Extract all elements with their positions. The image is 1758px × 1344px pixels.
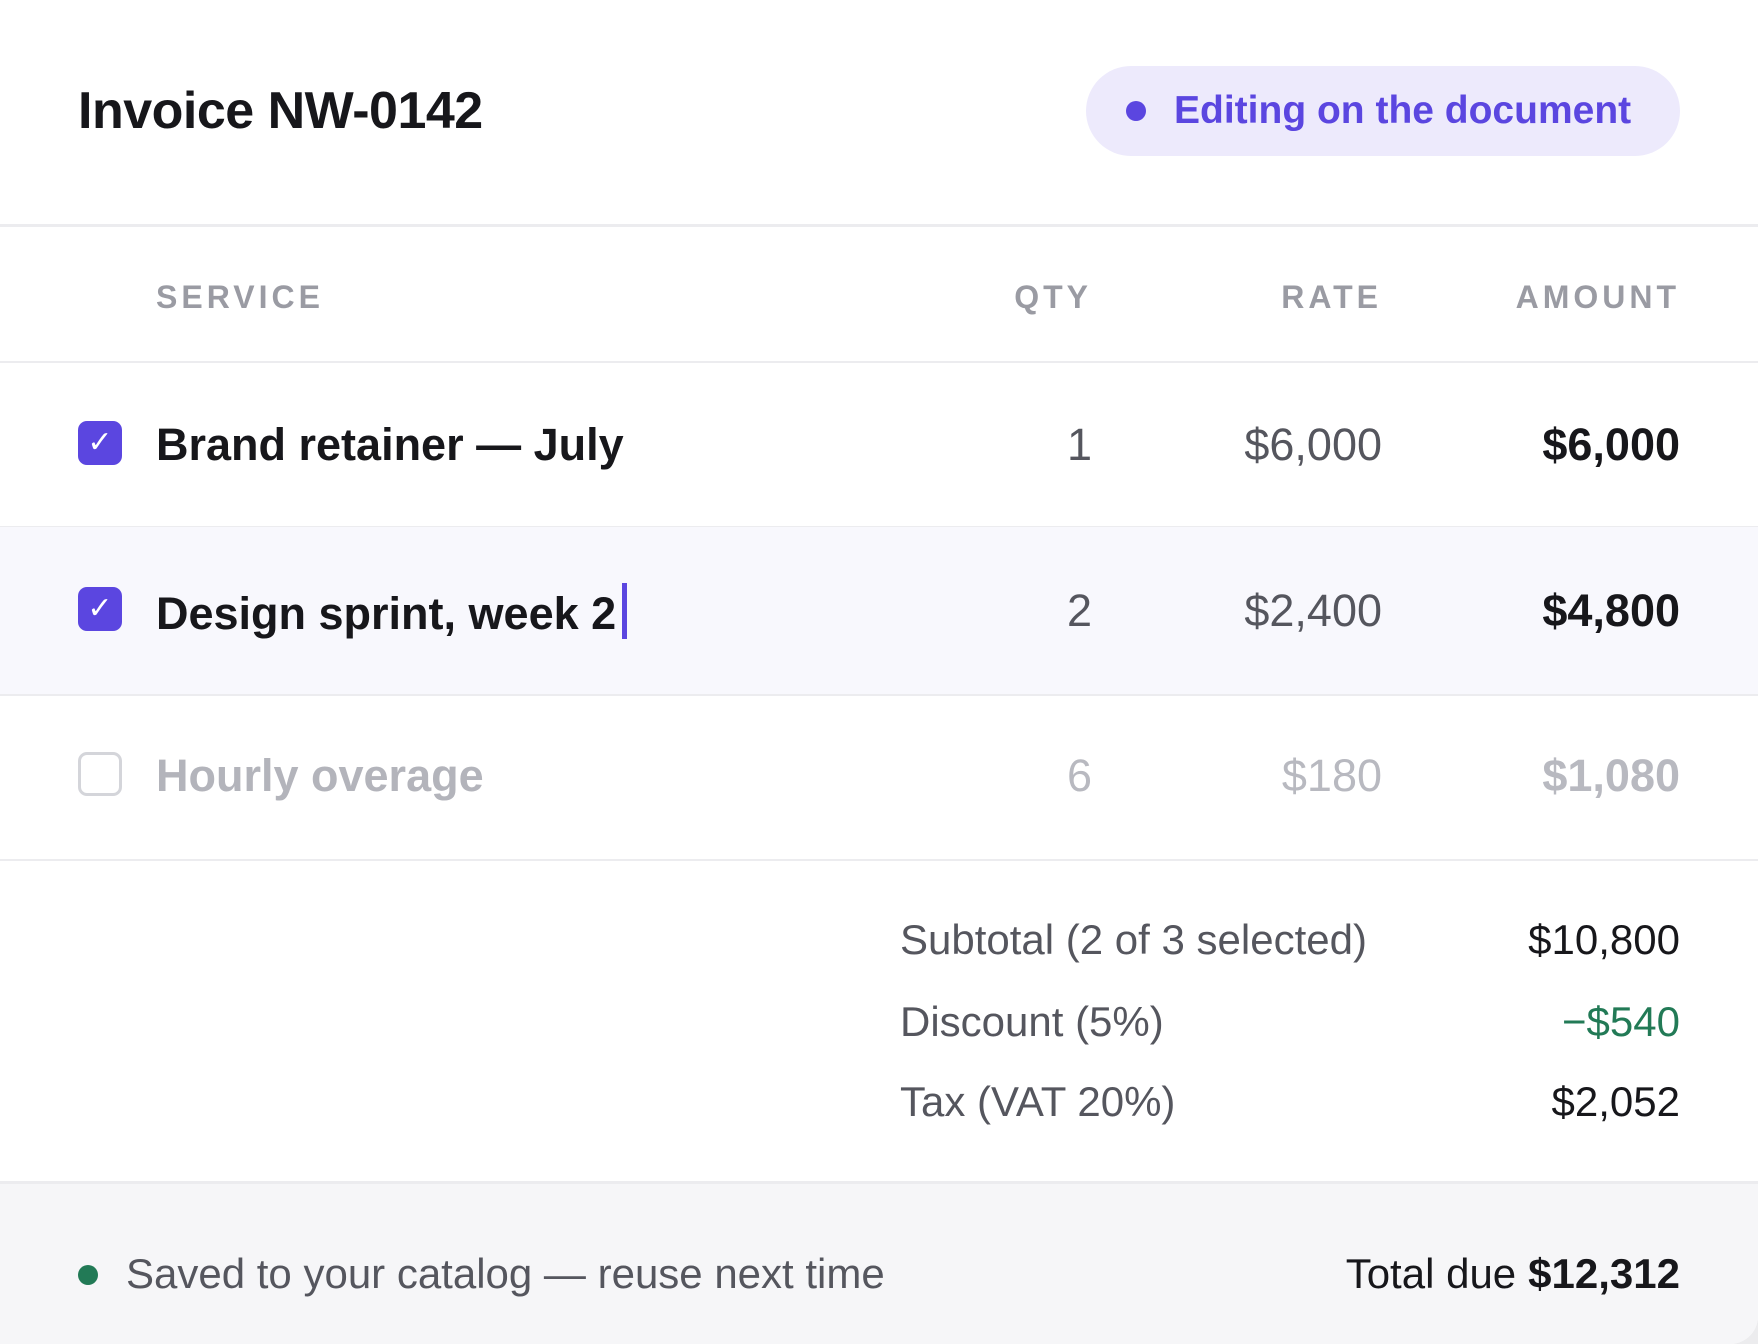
- total-due-value: $12,312: [1528, 1250, 1680, 1297]
- status-dot-icon: [1126, 101, 1146, 121]
- column-header-qty: QTY: [1014, 279, 1092, 315]
- invoice-footer: Saved to your catalog — reuse next time …: [0, 1181, 1758, 1344]
- saved-status-text: Saved to your catalog — reuse next time: [126, 1250, 885, 1297]
- quantity-value[interactable]: 1: [1067, 417, 1092, 473]
- invoice-header: Invoice NW-0142 Editing on the document: [0, 0, 1758, 227]
- service-name[interactable]: Hourly overage: [156, 748, 484, 804]
- amount-value: $4,800: [1542, 585, 1680, 636]
- row-checkbox[interactable]: [78, 752, 122, 796]
- invoice-summary: Subtotal (2 of 3 selected) $10,800 Disco…: [0, 861, 1758, 1181]
- row-checkbox[interactable]: ✓: [78, 587, 122, 631]
- rate-value[interactable]: $180: [1282, 748, 1382, 804]
- subtotal-line: Subtotal (2 of 3 selected) $10,800: [900, 912, 1680, 968]
- table-header: SERVICE QTY RATE AMOUNT: [0, 227, 1758, 363]
- amount-value: $6,000: [1542, 419, 1680, 470]
- tax-line: Tax (VAT 20%) $2,052: [900, 1074, 1680, 1130]
- invoice-title: Invoice NW-0142: [78, 82, 483, 140]
- invoice-card: Invoice NW-0142 Editing on the document …: [0, 0, 1758, 1344]
- text-caret: [622, 583, 628, 639]
- table-row: ✓ Brand retainer — July 1 $6,000 $6,000: [0, 363, 1758, 528]
- discount-label: Discount (5%): [900, 998, 1164, 1045]
- row-checkbox[interactable]: ✓: [78, 421, 122, 465]
- total-due-label: Total due: [1345, 1250, 1517, 1297]
- column-header-rate: RATE: [1281, 279, 1382, 315]
- editing-status-label: Editing on the document: [1174, 89, 1632, 132]
- column-header-service: SERVICE: [156, 279, 324, 315]
- rate-value[interactable]: $6,000: [1244, 417, 1382, 473]
- checkmark-icon: ✓: [87, 592, 113, 625]
- total-due: Total due $12,312: [1346, 1246, 1680, 1302]
- service-name-text: Design sprint, week 2: [156, 588, 617, 639]
- checkmark-icon: ✓: [87, 426, 113, 459]
- table-row-unselected: Hourly overage 6 $180 $1,080: [0, 696, 1758, 861]
- subtotal-value: $10,800: [1528, 916, 1680, 963]
- saved-status-dot-icon: [78, 1265, 98, 1285]
- editing-status-pill[interactable]: Editing on the document: [1086, 66, 1680, 156]
- discount-value: −$540: [1562, 998, 1680, 1045]
- subtotal-label: Subtotal (2 of 3 selected): [900, 916, 1367, 963]
- amount-value: $1,080: [1542, 750, 1680, 801]
- discount-line: Discount (5%) −$540: [900, 994, 1680, 1050]
- column-header-amount: AMOUNT: [1515, 279, 1680, 315]
- tax-label: Tax (VAT 20%): [900, 1078, 1176, 1125]
- service-name-input[interactable]: Design sprint, week 2: [156, 583, 628, 642]
- quantity-value[interactable]: 6: [1067, 748, 1092, 804]
- service-name[interactable]: Brand retainer — July: [156, 417, 624, 473]
- rate-value[interactable]: $2,400: [1244, 583, 1382, 639]
- table-row-editing: ✓ Design sprint, week 2 2 $2,400 $4,800: [0, 527, 1758, 696]
- tax-value: $2,052: [1551, 1078, 1680, 1125]
- quantity-value[interactable]: 2: [1067, 583, 1092, 639]
